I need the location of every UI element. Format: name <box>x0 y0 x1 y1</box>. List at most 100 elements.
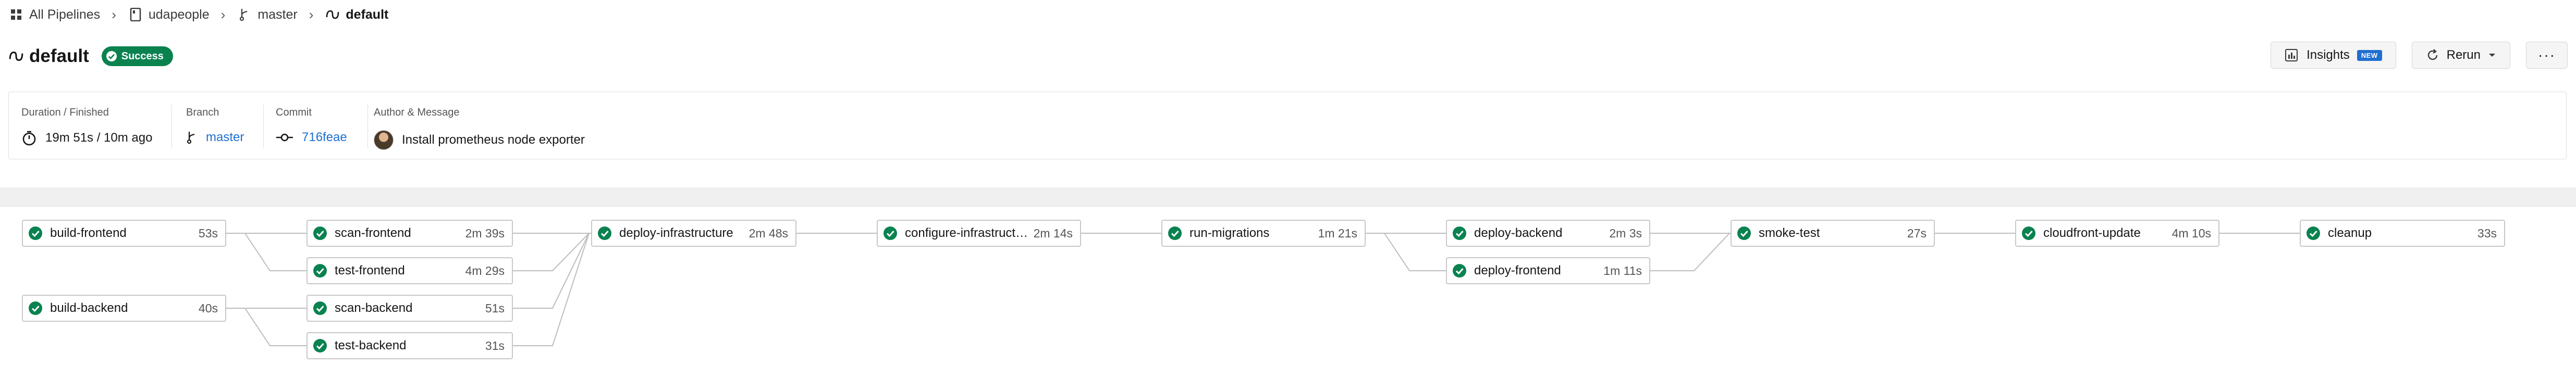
job-deploy-infrastructure[interactable]: deploy-infrastructure 2m 48s <box>591 220 796 247</box>
divider <box>367 105 368 148</box>
branch-link[interactable]: master <box>186 130 244 145</box>
job-name: build-backend <box>50 301 128 315</box>
ellipsis-icon: ··· <box>2538 47 2556 63</box>
breadcrumb-project[interactable]: udapeople <box>128 7 210 22</box>
success-check-icon <box>2307 226 2320 240</box>
edge <box>513 233 590 271</box>
page-title: default <box>29 46 89 66</box>
job-run-migrations[interactable]: run-migrations 1m 21s <box>1161 220 1366 247</box>
success-check-icon <box>598 226 611 240</box>
chevron-right-icon: › <box>309 6 314 22</box>
author-label: Author & Message <box>374 107 460 118</box>
insights-button-label: Insights <box>2307 48 2350 62</box>
job-duration: 33s <box>2477 226 2497 240</box>
job-duration: 1m 21s <box>1318 226 1357 240</box>
job-duration: 2m 39s <box>465 226 505 240</box>
job-deploy-backend[interactable]: deploy-backend 2m 3s <box>1446 220 1650 247</box>
workflow-graph: build-frontend 53s build-backend 40s sca… <box>0 206 2576 378</box>
job-name: cleanup <box>2328 226 2372 240</box>
job-name: scan-frontend <box>335 226 411 240</box>
job-cloudfront-update[interactable]: cloudfront-update 4m 10s <box>2015 220 2219 247</box>
job-name: deploy-infrastructure <box>619 226 733 240</box>
job-duration: 2m 3s <box>1609 226 1642 240</box>
job-duration: 1m 11s <box>1603 263 1642 278</box>
branch-icon <box>187 132 195 144</box>
branch-label: Branch <box>186 107 219 118</box>
success-check-icon <box>1737 226 1751 240</box>
commit-link[interactable]: 716feae <box>276 130 347 145</box>
success-check-icon <box>884 226 897 240</box>
success-check-icon <box>1168 226 1182 240</box>
job-name: scan-backend <box>335 301 413 315</box>
job-name: configure-infrastructure <box>905 226 1029 240</box>
pipeline-summary: Duration / Finished 19m 51s / 10m ago Br… <box>8 92 2567 159</box>
success-check-icon <box>313 339 327 352</box>
job-duration: 27s <box>1907 226 1927 240</box>
author-message-row: Install prometheus node exporter <box>374 130 585 150</box>
job-duration: 40s <box>198 301 218 315</box>
branch-icon <box>237 7 252 22</box>
job-configure-infrastructure[interactable]: configure-infrastructure 2m 14s <box>877 220 1081 247</box>
edge <box>226 233 306 271</box>
success-check-icon <box>1453 226 1466 240</box>
job-duration: 2m 14s <box>1033 226 1073 240</box>
job-name: smoke-test <box>1759 226 1820 240</box>
edge <box>1366 233 1446 271</box>
commit-label: Commit <box>276 107 312 118</box>
divider <box>263 105 264 148</box>
job-test-backend[interactable]: test-backend 31s <box>306 332 513 359</box>
status-badge: Success <box>101 46 173 66</box>
job-duration: 31s <box>485 338 505 352</box>
chevron-right-icon: › <box>112 6 116 22</box>
breadcrumb-all-pipelines-label: All Pipelines <box>29 7 101 22</box>
success-check-icon <box>2022 226 2035 240</box>
refresh-icon <box>2427 49 2437 60</box>
duration-value: 19m 51s / 10m ago <box>45 131 153 145</box>
success-check-icon <box>313 264 327 278</box>
breadcrumb: All Pipelines › udapeople › master › def… <box>8 4 388 25</box>
breadcrumb-workflow[interactable]: default <box>325 7 388 22</box>
breadcrumb-all-pipelines[interactable]: All Pipelines <box>8 7 100 22</box>
page-header: default Success <box>8 43 173 70</box>
job-duration: 4m 29s <box>465 263 505 278</box>
insights-button[interactable]: Insights NEW <box>2271 42 2396 69</box>
branch-value: master <box>206 130 244 144</box>
commit-value: 716feae <box>302 130 347 144</box>
job-deploy-frontend[interactable]: deploy-frontend 1m 11s <box>1446 257 1650 284</box>
job-name: cloudfront-update <box>2043 226 2141 240</box>
job-build-frontend[interactable]: build-frontend 53s <box>22 220 226 247</box>
rerun-button[interactable]: Rerun <box>2411 42 2510 69</box>
more-options-button[interactable]: ··· <box>2526 42 2568 69</box>
duration-label: Duration / Finished <box>21 107 109 118</box>
job-name: deploy-frontend <box>1474 263 1561 278</box>
job-duration: 53s <box>198 226 218 240</box>
job-duration: 51s <box>485 301 505 315</box>
avatar <box>374 130 394 150</box>
job-duration: 4m 10s <box>2172 226 2211 240</box>
breadcrumb-project-label: udapeople <box>148 7 210 22</box>
rerun-button-label: Rerun <box>2446 48 2481 62</box>
caret-down-icon <box>2489 54 2495 57</box>
commit-icon <box>276 133 293 142</box>
job-cleanup[interactable]: cleanup 33s <box>2300 220 2505 247</box>
breadcrumb-branch[interactable]: master <box>237 7 298 22</box>
commit-section: Commit 716feae <box>276 107 347 145</box>
edge <box>226 308 306 346</box>
job-smoke-test[interactable]: smoke-test 27s <box>1731 220 1935 247</box>
stopwatch-icon <box>22 131 36 146</box>
job-test-frontend[interactable]: test-frontend 4m 29s <box>306 257 513 284</box>
breadcrumb-workflow-label: default <box>346 7 389 22</box>
job-scan-frontend[interactable]: scan-frontend 2m 39s <box>306 220 513 247</box>
success-check-icon <box>313 226 327 240</box>
success-check-icon <box>29 226 42 240</box>
new-badge: NEW <box>2357 49 2382 61</box>
job-duration: 2m 48s <box>749 226 788 240</box>
author-section: Author & Message Install prometheus node… <box>374 107 585 150</box>
duration-section: Duration / Finished 19m 51s / 10m ago <box>21 107 152 146</box>
grid-icon <box>8 7 24 22</box>
workflow-icon <box>8 48 24 64</box>
job-name: deploy-backend <box>1474 226 1563 240</box>
job-name: test-backend <box>335 338 407 352</box>
job-scan-backend[interactable]: scan-backend 51s <box>306 295 513 322</box>
job-build-backend[interactable]: build-backend 40s <box>22 295 226 322</box>
